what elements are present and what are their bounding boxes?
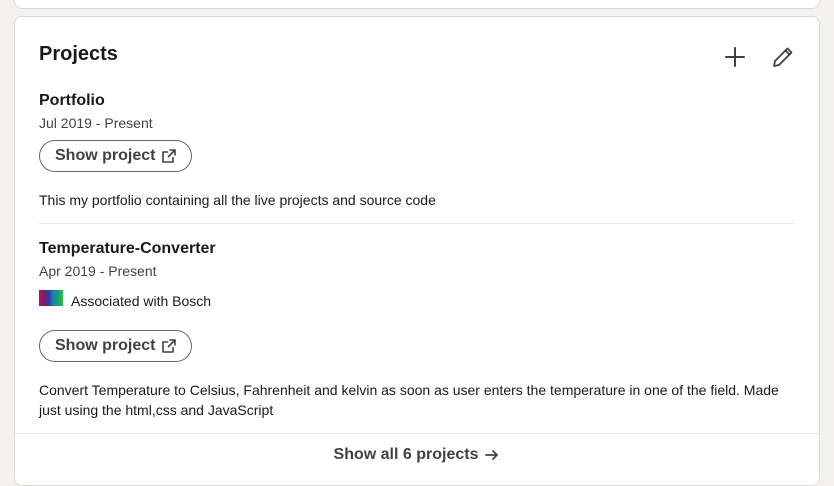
- project-item: Portfolio Jul 2019 - Present Show projec…: [39, 91, 795, 210]
- plus-icon: [725, 47, 745, 67]
- project-association: Associated with Bosch: [39, 290, 795, 312]
- show-project-button[interactable]: Show project: [39, 330, 193, 362]
- project-item: Temperature-Converter Apr 2019 - Present…: [39, 239, 795, 420]
- external-link-icon: [162, 149, 177, 163]
- company-logo: [39, 290, 63, 312]
- edit-projects-button[interactable]: [763, 37, 803, 77]
- add-project-button[interactable]: [715, 37, 755, 77]
- show-project-label: Show project: [55, 147, 156, 164]
- show-all-projects-button[interactable]: Show all 6 projects: [15, 434, 819, 476]
- show-project-button[interactable]: Show project: [39, 140, 193, 172]
- project-divider: [39, 223, 795, 224]
- project-description: Convert Temperature to Celsius, Fahrenhe…: [39, 382, 779, 418]
- section-title: Projects: [39, 43, 118, 65]
- arrow-right-icon: [485, 450, 499, 460]
- project-date: Apr 2019 - Present: [39, 263, 157, 279]
- pencil-icon: [773, 47, 793, 67]
- show-all-label: Show all 6 projects: [333, 446, 479, 463]
- show-project-label: Show project: [55, 337, 156, 354]
- projects-section-card: Projects Portfolio Jul 2019 - Present Sh…: [14, 16, 820, 486]
- section-header: Projects: [15, 17, 819, 89]
- project-title: Temperature-Converter: [39, 240, 216, 257]
- project-date: Jul 2019 - Present: [39, 115, 153, 131]
- previous-section-card: [14, 0, 820, 9]
- association-text: Associated with Bosch: [71, 293, 212, 309]
- project-description: This my portfolio containing all the liv…: [39, 192, 436, 208]
- external-link-icon: [162, 339, 177, 353]
- project-title: Portfolio: [39, 92, 105, 109]
